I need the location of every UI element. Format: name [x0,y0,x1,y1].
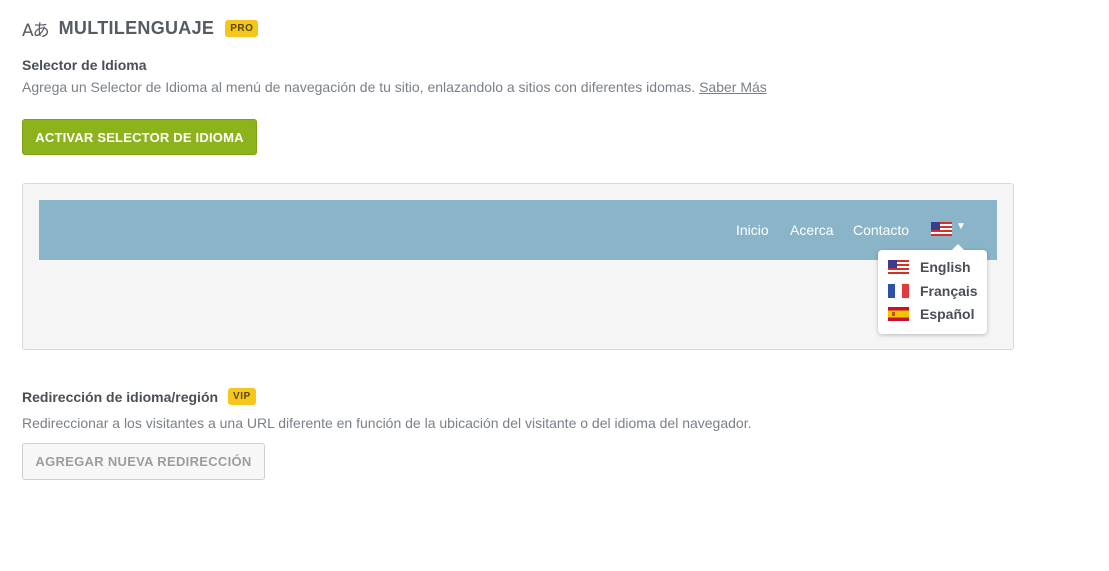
nav-link-acerca[interactable]: Acerca [790,222,834,238]
language-selector-preview: Inicio Acerca Contacto ▼ English Françai… [22,183,1014,350]
nav-link-inicio[interactable]: Inicio [736,222,769,238]
section-header: Aあ MULTILENGUAJE PRO [22,16,259,41]
language-dropdown: English Français Español [878,244,987,334]
language-option-english[interactable]: English [888,257,971,277]
fr-flag-icon [888,284,909,298]
caret-down-icon[interactable]: ▼ [956,221,966,232]
language-option-francais[interactable]: Français [888,281,978,301]
language-selector-description-text: Agrega un Selector de Idioma al menú de … [22,79,696,95]
language-option-label: Français [920,283,978,299]
activate-language-selector-button[interactable]: ACTIVAR SELECTOR DE IDIOMA [22,119,257,155]
language-option-label: English [920,259,971,275]
preview-navbar: Inicio Acerca Contacto ▼ [39,200,997,260]
us-flag-icon [888,260,909,274]
es-flag-icon [888,307,909,321]
nav-link-contacto[interactable]: Contacto [853,222,909,238]
redirect-title: Redirección de idioma/región [22,388,219,405]
add-redirect-button[interactable]: AGREGAR NUEVA REDIRECCIÓN [22,443,265,480]
multilanguage-settings-page: Aあ MULTILENGUAJE PRO Selector de Idioma … [0,0,1109,571]
redirect-header: Redirección de idioma/región VIP [22,388,256,405]
page-title: MULTILENGUAJE [58,18,215,38]
vip-badge: VIP [228,388,256,405]
language-selector-description: Agrega un Selector de Idioma al menú de … [22,79,767,95]
dropdown-pointer [952,244,964,250]
language-option-espanol[interactable]: Español [888,304,974,324]
translate-icon: Aあ [22,21,50,41]
language-selector-title: Selector de Idioma [22,57,147,73]
redirect-description: Redireccionar a los visitantes a una URL… [22,415,752,431]
learn-more-link[interactable]: Saber Más [699,79,767,95]
us-flag-icon[interactable] [931,222,952,236]
pro-badge: PRO [225,20,259,37]
language-option-label: Español [920,306,975,322]
